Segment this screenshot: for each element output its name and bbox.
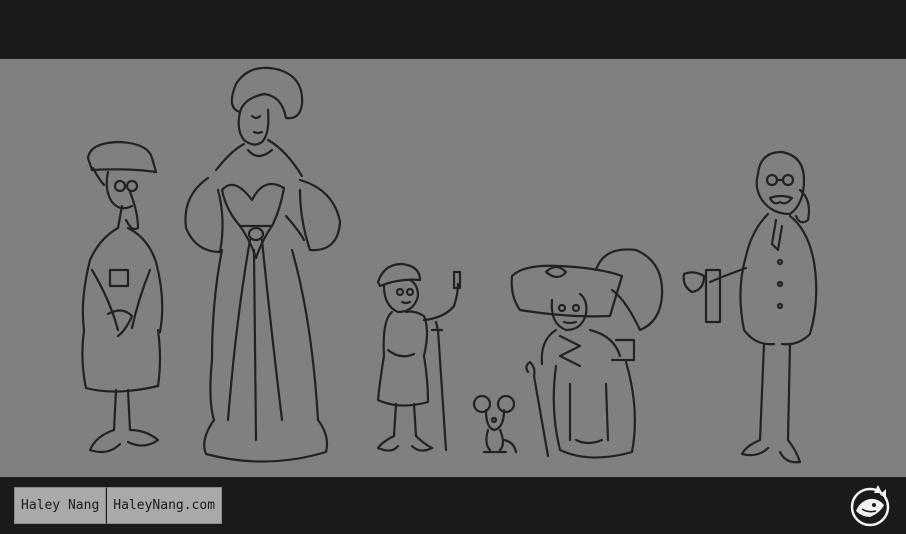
character-boy-with-crutch <box>376 262 462 452</box>
artist-name-chip[interactable]: Haley Nang <box>14 487 107 524</box>
bottom-bar: Haley Nang HaleyNang.com <box>0 477 906 534</box>
character-lady-in-gown <box>184 66 342 463</box>
fox-head-logo-icon[interactable] <box>848 483 892 527</box>
character-lineup-sketch <box>0 59 906 477</box>
image-viewer: Haley Nang HaleyNang.com <box>0 0 906 534</box>
character-old-lady-big-hat <box>510 248 664 459</box>
character-mouse <box>472 394 518 454</box>
top-bar <box>0 0 906 59</box>
character-capped-man <box>81 140 164 454</box>
artist-credit: Haley Nang HaleyNang.com <box>14 487 223 524</box>
character-tall-gentleman <box>682 150 818 464</box>
website-link[interactable]: HaleyNang.com <box>106 487 223 524</box>
